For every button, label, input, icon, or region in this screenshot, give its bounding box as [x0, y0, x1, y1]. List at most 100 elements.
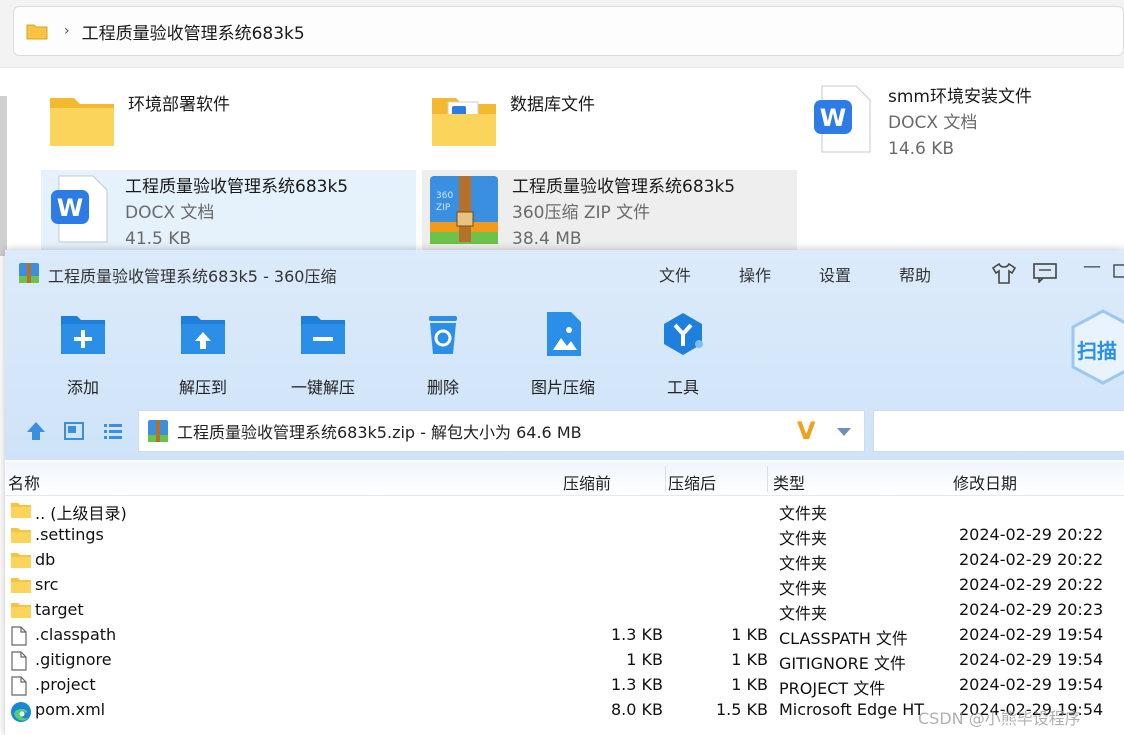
- column-size-after[interactable]: 压缩后: [668, 470, 716, 494]
- skin-shirt-icon[interactable]: [992, 262, 1016, 284]
- explorer-toolbar: › 工程质量验收管理系统683k5: [0, 0, 1124, 68]
- scan-button[interactable]: 扫描: [1063, 307, 1124, 387]
- file-type: 文件夹: [779, 579, 828, 598]
- breadcrumb[interactable]: 工程质量验收管理系统683k5: [82, 19, 305, 44]
- file-row[interactable]: src 文件夹 2024-02-29 20:22: [5, 573, 1124, 598]
- menu-operation[interactable]: 操作: [739, 262, 771, 286]
- menu-help[interactable]: 帮助: [899, 262, 931, 286]
- folder-icon: [11, 503, 31, 518]
- explorer-scrollbar[interactable]: [0, 96, 7, 256]
- explorer-item[interactable]: 环境部署软件: [48, 92, 230, 148]
- svg-text:360: 360: [436, 191, 453, 201]
- item-size: 38.4 MB: [512, 229, 582, 249]
- file-name: .. (上级目录): [35, 504, 127, 523]
- file-size-after: 1.5 KB: [716, 700, 768, 719]
- file-date: 2024-02-29 19:54: [959, 625, 1104, 644]
- file-size-after: 1 KB: [731, 650, 768, 669]
- file-name: .classpath: [35, 625, 117, 644]
- file-type: PROJECT 文件: [779, 679, 886, 698]
- tools-hexagon-icon: [664, 313, 703, 355]
- zip-archive-icon: [148, 420, 168, 442]
- watermark: CSDN @小熊毕设程序: [918, 709, 1081, 728]
- file-size-before: 1 KB: [626, 650, 663, 669]
- column-divider[interactable]: [665, 466, 666, 492]
- archive-path-field[interactable]: 工程质量验收管理系统683k5.zip - 解包大小为 64.6 MB V: [138, 410, 865, 452]
- item-size: 14.6 KB: [888, 139, 955, 159]
- item-type: DOCX 文档: [125, 203, 215, 223]
- image-file-icon: [547, 312, 581, 356]
- file-name: src: [35, 575, 59, 594]
- scan-label: 扫描: [1077, 339, 1117, 363]
- file-row[interactable]: db 文件夹 2024-02-29 20:22: [5, 548, 1124, 573]
- explorer-item[interactable]: 360 ZIP 工程质量验收管理系统683k5 360压缩 ZIP 文件 38.…: [422, 170, 797, 250]
- file-name: target: [35, 600, 84, 619]
- column-size-before[interactable]: 压缩前: [563, 470, 611, 494]
- tools-button[interactable]: 工具: [633, 310, 733, 398]
- image-compress-label: 图片压缩: [530, 378, 595, 397]
- one-click-extract-icon: [301, 316, 345, 354]
- file-type: GITIGNORE 文件: [779, 654, 906, 673]
- extract-to-button[interactable]: 解压到: [153, 310, 253, 398]
- file-type: CLASSPATH 文件: [779, 629, 908, 648]
- file-type: 文件夹: [779, 554, 828, 573]
- dropdown-arrow-icon[interactable]: [836, 427, 852, 437]
- item-type: 360压缩 ZIP 文件: [512, 203, 651, 223]
- file-row[interactable]: .classpath 1.3 KB 1 KB CLASSPATH 文件 2024…: [5, 623, 1124, 648]
- search-input[interactable]: [873, 410, 1124, 452]
- word-document-icon: W: [51, 175, 108, 243]
- file-row[interactable]: .. (上级目录) 文件夹: [5, 498, 1124, 523]
- file-size-before: 1.3 KB: [611, 675, 663, 694]
- chevron-right-icon: ›: [64, 23, 70, 39]
- feedback-icon[interactable]: [1033, 263, 1057, 283]
- item-name: 数据库文件: [510, 95, 595, 115]
- file-row[interactable]: .gitignore 1 KB 1 KB GITIGNORE 文件 2024-0…: [5, 648, 1124, 673]
- add-label: 添加: [66, 378, 99, 397]
- file-type: 文件夹: [779, 604, 828, 623]
- explorer-item-selected[interactable]: W 工程质量验收管理系统683k5 DOCX 文档 41.5 KB: [41, 170, 416, 250]
- edge-browser-icon: [11, 702, 31, 722]
- explorer-item[interactable]: 数据库文件: [430, 92, 595, 148]
- file-type: 文件夹: [779, 529, 828, 548]
- column-modified-date[interactable]: 修改日期: [953, 470, 1017, 494]
- thumbnail-view-icon[interactable]: [63, 420, 85, 442]
- file-row[interactable]: .project 1.3 KB 1 KB PROJECT 文件 2024-02-…: [5, 673, 1124, 698]
- archive-window: 工程质量验收管理系统683k5 - 360压缩 文件 操作 设置 帮助 — 添加…: [5, 250, 1124, 735]
- address-bar[interactable]: › 工程质量验收管理系统683k5: [13, 6, 1124, 56]
- delete-button[interactable]: 删除: [393, 310, 493, 398]
- file-date: 2024-02-29 20:22: [959, 550, 1104, 569]
- one-click-extract-button[interactable]: 一键解压: [273, 310, 373, 398]
- v-logo-icon[interactable]: V: [797, 417, 816, 445]
- add-button[interactable]: 添加: [33, 310, 133, 398]
- file-row[interactable]: target 文件夹 2024-02-29 20:23: [5, 598, 1124, 623]
- file-size-after: 1 KB: [731, 675, 768, 694]
- file-type: Microsoft Edge HT: [779, 700, 925, 719]
- trash-icon: [429, 316, 457, 354]
- list-view-icon[interactable]: [102, 420, 124, 442]
- path-bar: 工程质量验收管理系统683k5.zip - 解包大小为 64.6 MB V: [5, 406, 1124, 456]
- file-list-header: 名称 压缩前 压缩后 类型 修改日期: [5, 462, 1124, 496]
- folder-icon: [26, 24, 48, 40]
- file-name: .gitignore: [35, 650, 112, 669]
- item-size: 41.5 KB: [125, 229, 192, 249]
- svg-text:W: W: [820, 104, 846, 132]
- column-name[interactable]: 名称: [8, 470, 40, 494]
- column-divider[interactable]: [767, 466, 768, 492]
- image-compress-button[interactable]: 图片压缩: [513, 310, 613, 398]
- file-date: 2024-02-29 20:22: [959, 525, 1104, 544]
- folder-icon: [11, 578, 31, 593]
- file-icon: [11, 651, 27, 671]
- file-date: 2024-02-29 20:23: [959, 600, 1104, 619]
- column-type[interactable]: 类型: [773, 470, 805, 494]
- archive-path-text: 工程质量验收管理系统683k5.zip - 解包大小为 64.6 MB: [177, 423, 582, 442]
- file-row[interactable]: .settings 文件夹 2024-02-29 20:22: [5, 523, 1124, 548]
- menu-settings[interactable]: 设置: [819, 262, 851, 286]
- menu-file[interactable]: 文件: [659, 262, 691, 286]
- file-name: pom.xml: [35, 700, 106, 719]
- minimize-button[interactable]: —: [1083, 256, 1101, 277]
- explorer-item[interactable]: W smm环境安装文件 DOCX 文档 14.6 KB: [812, 84, 1032, 162]
- maximize-button[interactable]: [1113, 264, 1124, 278]
- delete-label: 删除: [426, 378, 459, 397]
- up-arrow-icon[interactable]: [25, 420, 47, 442]
- file-date: 2024-02-29 19:54: [959, 650, 1104, 669]
- file-date: 2024-02-29 19:54: [959, 675, 1104, 694]
